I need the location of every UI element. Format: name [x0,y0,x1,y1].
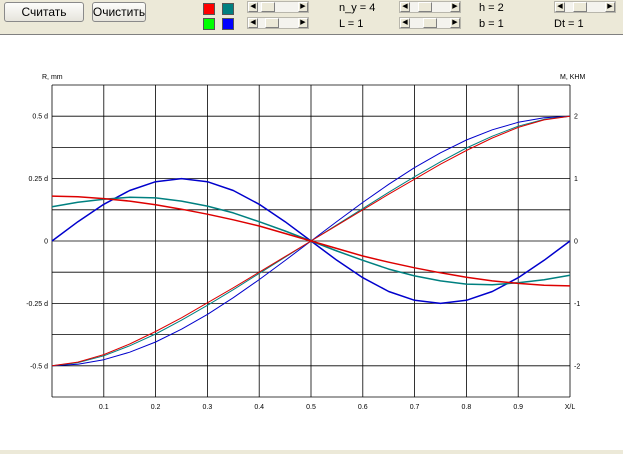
left-tick-label: 0.5 d [32,114,48,121]
slider-left-arrow-icon[interactable]: ◀ [248,18,258,28]
right-tick-label: 1 [574,176,578,183]
left-tick-label: -0.5 d [30,363,48,370]
param-n-y: n_y = 4 [339,2,376,14]
slider-right-arrow-icon[interactable]: ▶ [450,2,460,12]
right-axis-label: M, KHM [560,74,585,81]
x-tick-label: 0.3 [203,404,213,411]
slider-right-arrow-icon[interactable]: ▶ [605,2,615,12]
slider-left-arrow-icon[interactable]: ◀ [400,2,410,12]
slider-thumb[interactable] [417,2,432,12]
left-axis-label: R, mm [42,74,63,81]
x-tick-label: 0.5 [306,404,316,411]
green-color-swatch[interactable] [203,18,215,30]
slider-thumb[interactable] [264,18,279,28]
slider-left-arrow-icon[interactable]: ◀ [248,2,258,12]
param-Dt: Dt = 1 [554,18,584,30]
slider-thumb[interactable] [423,18,437,28]
x-tick-label: 0.9 [513,404,523,411]
x-tick-label: 0.1 [99,404,109,411]
x-tick-label: 0.2 [151,404,161,411]
right-tick-label: -2 [574,363,580,370]
param-b: b = 1 [479,18,504,30]
blue-color-swatch[interactable] [222,18,234,30]
slider-left-arrow-icon[interactable]: ◀ [400,18,410,28]
red-color-swatch[interactable] [203,3,215,15]
right-tick-label: 2 [574,114,578,121]
teal-color-swatch[interactable] [222,3,234,15]
slider-right-arrow-icon[interactable]: ▶ [298,2,308,12]
h-slider[interactable]: ◀ ▶ [554,1,616,13]
slider-thumb[interactable] [260,2,275,12]
plot-area: 0.1 0.2 0.3 0.4 0.5 0.6 0.7 0.8 0.9 X/L 0.5 d 0.25 … [0,34,623,450]
n-y-slider[interactable]: ◀ ▶ [399,1,461,13]
x-tick-label: 0.6 [358,404,368,411]
x-tick-label: 0.4 [254,404,264,411]
param-h: h = 2 [479,2,504,14]
chart-svg: 0.1 0.2 0.3 0.4 0.5 0.6 0.7 0.8 0.9 X/L 0.5 d 0.25 … [26,74,585,411]
color-slider-top[interactable]: ◀ ▶ [247,1,309,13]
x-tick-label: 0.7 [410,404,420,411]
x-axis-label: X/L [565,404,576,411]
slider-right-arrow-icon[interactable]: ▶ [298,18,308,28]
color-slider-bottom[interactable]: ◀ ▶ [247,17,309,29]
left-tick-label: 0.25 d [29,176,49,183]
right-tick-label: -1 [574,301,580,308]
param-L: L = 1 [339,18,364,30]
right-tick-label: 0 [574,239,578,246]
x-tick-label: 0.8 [462,404,472,411]
L-slider[interactable]: ◀ ▶ [399,17,461,29]
clear-button[interactable]: Очистить [92,2,146,22]
slider-thumb[interactable] [572,2,587,12]
calculate-button[interactable]: Считать [4,2,84,22]
slider-right-arrow-icon[interactable]: ▶ [450,18,460,28]
slider-left-arrow-icon[interactable]: ◀ [555,2,565,12]
left-tick-label: -0.25 d [26,301,48,308]
left-tick-label: 0 [44,239,48,246]
